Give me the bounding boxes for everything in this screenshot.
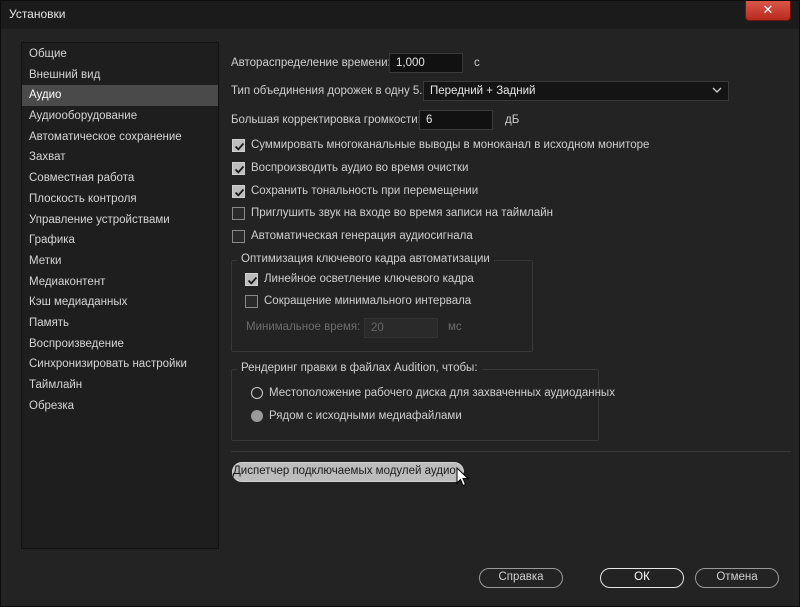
render-option-source-label: Рядом с исходными медиафайлами [269, 410, 462, 422]
preferences-sidebar: Общие Внешний вид Аудио Аудиооборудование Ав… [21, 42, 219, 549]
sidebar-item[interactable]: Таймлайн [22, 375, 218, 396]
sidebar-item[interactable]: Аудио [22, 85, 218, 107]
min-interval-label: Сокращение минимального интервала [264, 295, 472, 307]
auto-time-label: Автораспределение времени: [231, 57, 391, 69]
mouse-pointer-icon [456, 467, 470, 487]
audio-option-checkbox[interactable]: Приглушить звук на входе во время записи… [232, 204, 553, 222]
loudness-unit: дБ [505, 114, 520, 126]
audio-option-checkbox[interactable]: Сохранить тональность при перемещении [232, 182, 478, 200]
audio-option-label: Приглушить звук на входе во время записи… [251, 207, 553, 219]
sidebar-item[interactable]: Автоматическое сохранение [22, 127, 218, 148]
checkbox-unchecked-icon [232, 229, 245, 243]
audio-option-checkbox[interactable]: Воспроизводить аудио во время очистки [232, 159, 468, 177]
keyframe-group-title: Оптимизация ключевого кадра автоматизаци… [237, 253, 494, 265]
checkbox-checked-icon [232, 161, 245, 175]
render-option-source-media[interactable]: Рядом с исходными медиафайлами [251, 407, 462, 425]
audio-option-label: Суммировать многоканальные выводы в моно… [251, 139, 650, 151]
min-time-label: Минимальное время: [246, 321, 361, 333]
sidebar-item[interactable]: Медиаконтент [22, 272, 218, 293]
sidebar-item[interactable]: Управление устройствами [22, 210, 218, 231]
render-group-title: Рендеринг правки в файлах Audition, чтоб… [237, 362, 482, 374]
sidebar-item[interactable]: Память [22, 313, 218, 334]
linear-keyframe-label: Линейное осветление ключевого кадра [264, 273, 474, 285]
divider [231, 451, 791, 452]
sidebar-item[interactable]: Метки [22, 251, 218, 272]
audio-option-checkbox[interactable]: Автоматическая генерация аудиосигнала [232, 227, 473, 245]
cancel-button[interactable]: Отмена [695, 568, 779, 588]
sidebar-item[interactable]: Воспроизведение [22, 334, 218, 355]
audio-option-checkbox[interactable]: Суммировать многоканальные выводы в моно… [232, 136, 649, 154]
track-mix-label: Тип объединения дорожек в одну 5.1: [231, 85, 433, 97]
title-bar: Установки ✕ [1, 1, 799, 29]
auto-time-unit: с [474, 57, 480, 69]
sidebar-list: Общие Внешний вид Аудио Аудиооборудование Ав… [22, 43, 218, 416]
radio-selected-icon [251, 410, 263, 422]
sidebar-item[interactable]: Внешний вид [22, 65, 218, 86]
min-time-input[interactable]: 20 [364, 318, 438, 338]
track-mix-value: Передний + Задний [430, 85, 536, 97]
render-option-scratch-label: Местоположение рабочего диска для захвач… [269, 387, 615, 399]
help-button[interactable]: Справка [479, 568, 563, 588]
checkbox-checked-icon [232, 138, 245, 152]
track-mix-select[interactable]: Передний + Задний [423, 81, 729, 101]
audio-plugin-manager-button[interactable]: Диспетчер подключаемых модулей аудио... [232, 462, 465, 482]
min-interval-checkbox[interactable]: Сокращение минимального интервала [245, 292, 471, 310]
sidebar-item[interactable]: Синхронизировать настройки [22, 354, 218, 375]
audio-option-label: Автоматическая генерация аудиосигнала [251, 230, 473, 242]
audio-settings-panel: Автораспределение времени: 1,000 с Тип о… [231, 42, 791, 512]
sidebar-item[interactable]: Плоскость контроля [22, 189, 218, 210]
linear-keyframe-checkbox[interactable]: Линейное осветление ключевого кадра [245, 270, 474, 288]
audition-render-group: Рендеринг правки в файлах Audition, чтоб… [231, 362, 615, 441]
checkbox-unchecked-icon [245, 294, 258, 308]
preferences-dialog: Установки ✕ Общие Внешний вид Аудио Аудиооб… [0, 0, 800, 607]
close-icon: ✕ [762, 2, 774, 17]
audio-option-label: Воспроизводить аудио во время очистки [251, 162, 469, 174]
keyframe-optimization-group: Оптимизация ключевого кадра автоматизаци… [231, 253, 533, 352]
loudness-label: Большая корректировка громкости: [231, 114, 421, 126]
sidebar-item[interactable]: Графика [22, 230, 218, 251]
audio-option-label: Сохранить тональность при перемещении [251, 185, 479, 197]
min-time-unit: мс [448, 321, 462, 333]
checkbox-unchecked-icon [232, 206, 245, 220]
chevron-down-icon [712, 87, 722, 93]
auto-time-input[interactable]: 1,000 [389, 53, 463, 73]
sidebar-item[interactable]: Захват [22, 147, 218, 168]
radio-unselected-icon [251, 387, 263, 399]
checkbox-checked-icon [245, 272, 258, 286]
sidebar-item[interactable]: Обрезка [22, 396, 218, 417]
loudness-input[interactable]: 6 [419, 110, 493, 130]
sidebar-item[interactable]: Кэш медиаданных [22, 292, 218, 313]
close-button[interactable]: ✕ [745, 1, 791, 21]
window-title: Установки [9, 7, 66, 21]
sidebar-item[interactable]: Общие [22, 44, 218, 65]
sidebar-item[interactable]: Совместная работа [22, 168, 218, 189]
ok-button[interactable]: ОК [600, 568, 684, 588]
checkbox-checked-icon [232, 184, 245, 198]
sidebar-item[interactable]: Аудиооборудование [22, 106, 218, 127]
render-option-scratch-disk[interactable]: Местоположение рабочего диска для захвач… [251, 384, 615, 402]
